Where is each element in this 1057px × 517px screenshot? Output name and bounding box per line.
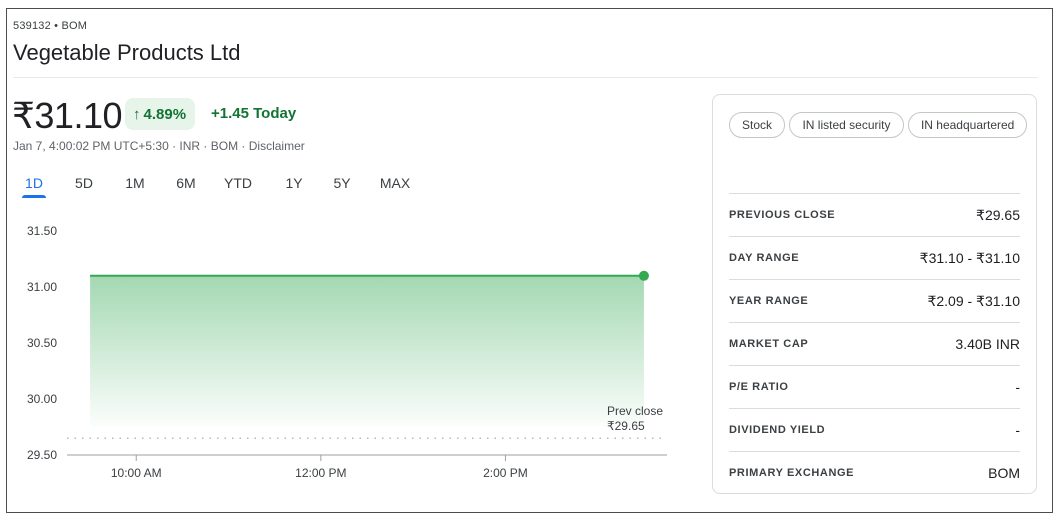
stats-panel: Stock IN listed security IN headquartere… bbox=[712, 94, 1037, 494]
x-tick-label: 12:00 PM bbox=[295, 466, 346, 480]
chip-listed-security[interactable]: IN listed security bbox=[789, 112, 904, 138]
stat-value: ₹2.09 - ₹31.10 bbox=[927, 292, 1020, 309]
x-tick-label: 10:00 AM bbox=[111, 466, 162, 480]
stat-label: PREVIOUS CLOSE bbox=[729, 209, 836, 221]
last-price-dot bbox=[638, 270, 649, 281]
y-tick-label: 29.50 bbox=[27, 448, 57, 462]
stat-row-primary-exchange: PRIMARY EXCHANGE BOM bbox=[729, 451, 1020, 494]
chip-headquartered[interactable]: IN headquartered bbox=[907, 112, 1028, 138]
y-tick-label: 30.50 bbox=[27, 336, 57, 350]
y-tick-label: 31.00 bbox=[27, 280, 57, 294]
stat-label: DAY RANGE bbox=[729, 252, 800, 264]
price-chart[interactable]: 31.50 31.00 30.50 30.00 29.50 10:00 AM 12:00 … bbox=[0, 0, 700, 517]
stat-label: YEAR RANGE bbox=[729, 295, 809, 307]
stat-value: - bbox=[1015, 422, 1020, 438]
stat-row-year-range: YEAR RANGE ₹2.09 - ₹31.10 bbox=[729, 279, 1020, 322]
price-area bbox=[90, 275, 644, 427]
x-tick-label: 2:00 PM bbox=[483, 466, 528, 480]
stat-label: MARKET CAP bbox=[729, 338, 809, 350]
stat-value: 3.40B INR bbox=[955, 336, 1020, 352]
stat-value: BOM bbox=[988, 465, 1020, 481]
prev-close-label: Prev close bbox=[607, 404, 663, 418]
stat-label: PRIMARY EXCHANGE bbox=[729, 467, 855, 479]
tag-chips: Stock IN listed security IN headquartere… bbox=[729, 112, 1029, 146]
prev-close-value: ₹29.65 bbox=[607, 419, 645, 433]
stat-value: ₹29.65 bbox=[976, 206, 1020, 223]
stat-label: P/E RATIO bbox=[729, 381, 789, 393]
stat-label: DIVIDEND YIELD bbox=[729, 424, 826, 436]
key-stats: PREVIOUS CLOSE ₹29.65 DAY RANGE ₹31.10 -… bbox=[729, 193, 1020, 494]
stat-value: ₹31.10 - ₹31.10 bbox=[919, 249, 1020, 266]
chip-stock[interactable]: Stock bbox=[729, 112, 786, 138]
stat-row-market-cap: MARKET CAP 3.40B INR bbox=[729, 322, 1020, 365]
stat-row-day-range: DAY RANGE ₹31.10 - ₹31.10 bbox=[729, 236, 1020, 279]
stat-row-previous-close: PREVIOUS CLOSE ₹29.65 bbox=[729, 193, 1020, 236]
stat-value: - bbox=[1015, 379, 1020, 395]
stat-row-pe-ratio: P/E RATIO - bbox=[729, 365, 1020, 408]
y-tick-label: 30.00 bbox=[27, 392, 57, 406]
y-tick-label: 31.50 bbox=[27, 224, 57, 238]
stat-row-dividend-yield: DIVIDEND YIELD - bbox=[729, 408, 1020, 451]
